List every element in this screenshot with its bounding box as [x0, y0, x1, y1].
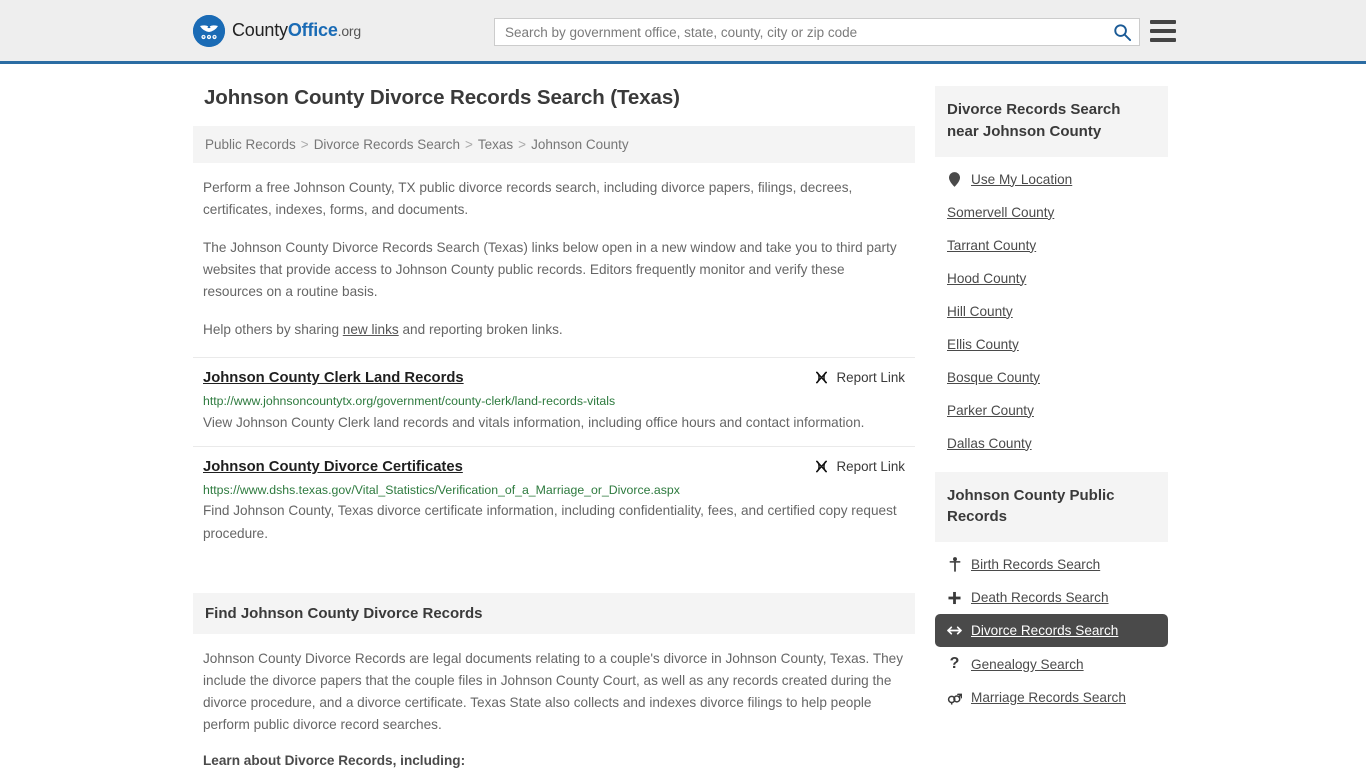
sidebar-item-use-my-location[interactable]: Use My Location — [935, 163, 1168, 196]
sidebar-item-birth-records-search[interactable]: Birth Records Search — [935, 548, 1168, 581]
intro-paragraph-2: The Johnson County Divorce Records Searc… — [203, 240, 897, 300]
report-link-button[interactable]: Report Link — [813, 457, 905, 475]
search-icon — [1113, 23, 1131, 41]
sidebar-item-label: Dallas County — [947, 435, 1032, 451]
sidebar-item-label: Hood County — [947, 270, 1027, 286]
broken-link-icon — [815, 371, 827, 384]
search-bar[interactable] — [494, 18, 1140, 46]
result-item: Johnson County Divorce Certificates Repo… — [193, 445, 915, 557]
cross-icon — [947, 591, 962, 605]
sidebar-item-label: Marriage Records Search — [971, 690, 1126, 705]
gender-symbols-icon — [947, 691, 962, 705]
site-logo[interactable]: ★ ★ ★ CountyOffice.org — [193, 14, 361, 47]
svg-text:★: ★ — [207, 35, 210, 39]
search-input[interactable] — [495, 19, 1105, 45]
site-header: ★ ★ ★ CountyOffice.org — [0, 0, 1366, 64]
sidebar-nearby-list: Use My Location Somervell County Tarrant… — [935, 157, 1168, 460]
sidebar-public-records-list: Birth Records Search Death Records Searc… — [935, 542, 1168, 714]
sidebar-nearby-box: Divorce Records Search near Johnson Coun… — [935, 86, 1168, 460]
new-links-link[interactable]: new links — [343, 322, 399, 337]
sidebar-item-ellis-county[interactable]: Ellis County — [935, 328, 1168, 361]
share-text-before: Help others by sharing — [203, 322, 343, 338]
double-arrow-icon — [947, 625, 962, 636]
sidebar-item-label: Tarrant County — [947, 237, 1037, 253]
sidebar-public-records-box: Johnson County Public Records Birth Reco… — [935, 471, 1168, 715]
logo-suffix: .org — [337, 23, 362, 39]
result-description: View Johnson County Clerk land records a… — [203, 414, 865, 430]
svg-text:★: ★ — [213, 35, 216, 39]
find-records-body: Johnson County Divorce Records are legal… — [193, 634, 915, 768]
report-link-label: Report Link — [836, 370, 905, 386]
intro-text: Perform a free Johnson County, TX public… — [193, 177, 915, 341]
sidebar-nearby-heading: Divorce Records Search near Johnson Coun… — [935, 86, 1168, 157]
sidebar-item-parker-county[interactable]: Parker County — [935, 394, 1168, 427]
report-link-label: Report Link — [836, 458, 905, 474]
sidebar-item-bosque-county[interactable]: Bosque County — [935, 361, 1168, 394]
sidebar-item-somervell-county[interactable]: Somervell County — [935, 196, 1168, 229]
sidebar-item-label: Use My Location — [971, 171, 1073, 187]
intro-paragraph-1: Perform a free Johnson County, TX public… — [203, 180, 853, 218]
sidebar-item-label: Parker County — [947, 402, 1034, 418]
intro-paragraph-3: Help others by sharing new links and rep… — [193, 319, 915, 341]
sidebar-item-label: Bosque County — [947, 369, 1040, 385]
logo-word-county: County — [232, 20, 288, 40]
broken-link-icon — [815, 460, 827, 473]
result-description: Find Johnson County, Texas divorce certi… — [203, 503, 897, 541]
page-title: Johnson County Divorce Records Search (T… — [204, 86, 680, 109]
sidebar-item-label: Genealogy Search — [971, 656, 1084, 672]
main-content: Johnson County Divorce Records Search (T… — [193, 86, 915, 768]
find-records-paragraph: Johnson County Divorce Records are legal… — [203, 650, 904, 732]
result-title-link[interactable]: Johnson County Clerk Land Records — [203, 368, 464, 389]
sidebar-item-label: Hill County — [947, 303, 1013, 319]
find-records-heading: Find Johnson County Divorce Records — [193, 592, 915, 634]
question-mark-icon: ? — [949, 655, 960, 672]
sidebar-item-label: Somervell County — [947, 204, 1055, 220]
map-pin-icon — [947, 171, 962, 187]
search-button[interactable] — [1105, 19, 1139, 45]
sidebar-item-label: Divorce Records Search — [971, 623, 1119, 638]
sidebar-public-records-heading: Johnson County Public Records — [935, 471, 1168, 542]
breadcrumb-item-johnson-county[interactable]: Johnson County — [531, 137, 629, 152]
svg-text:★: ★ — [202, 35, 205, 39]
sidebar: Divorce Records Search near Johnson Coun… — [935, 86, 1168, 726]
baby-icon — [947, 557, 962, 572]
hamburger-menu-icon[interactable] — [1150, 20, 1176, 42]
learn-about-heading: Learn about Divorce Records, including: — [203, 752, 466, 768]
breadcrumb-item-texas[interactable]: Texas — [478, 137, 513, 152]
share-text-after: and reporting broken links. — [398, 322, 563, 338]
sidebar-item-tarrant-county[interactable]: Tarrant County — [935, 229, 1168, 262]
sidebar-item-label: Ellis County — [947, 336, 1019, 352]
result-title-link[interactable]: Johnson County Divorce Certificates — [203, 457, 463, 478]
breadcrumb-item-divorce-records-search[interactable]: Divorce Records Search — [314, 137, 460, 152]
report-link-button[interactable]: Report Link — [813, 368, 905, 386]
sidebar-item-label: Death Records Search — [971, 590, 1109, 605]
sidebar-item-death-records-search[interactable]: Death Records Search — [935, 581, 1168, 614]
logo-wordmark: CountyOffice.org — [232, 20, 361, 41]
breadcrumb-separator: > — [518, 137, 527, 152]
sidebar-item-hill-county[interactable]: Hill County — [935, 295, 1168, 328]
sidebar-item-dallas-county[interactable]: Dallas County — [935, 427, 1168, 460]
result-item: Johnson County Clerk Land Records Report… — [193, 357, 915, 446]
page-body: Johnson County Divorce Records Search (T… — [0, 64, 1366, 768]
breadcrumb-separator: > — [465, 137, 473, 152]
sidebar-item-hood-county[interactable]: Hood County — [935, 262, 1168, 295]
result-url: http://www.johnsoncountytx.org/governmen… — [203, 393, 616, 408]
result-url: https://www.dshs.texas.gov/Vital_Statist… — [203, 482, 680, 497]
sidebar-item-genealogy-search[interactable]: ? Genealogy Search — [935, 647, 1168, 681]
sidebar-item-marriage-records-search[interactable]: Marriage Records Search — [935, 681, 1168, 714]
breadcrumb-item-public-records[interactable]: Public Records — [205, 137, 296, 152]
breadcrumb: Public Records > Divorce Records Search > Te… — [193, 126, 915, 163]
eagle-seal-icon: ★ ★ ★ — [193, 14, 225, 47]
sidebar-item-label: Birth Records Search — [971, 557, 1101, 572]
logo-word-office: Office — [287, 20, 338, 40]
sidebar-item-divorce-records-search[interactable]: Divorce Records Search — [935, 614, 1168, 647]
breadcrumb-separator: > — [300, 137, 309, 152]
